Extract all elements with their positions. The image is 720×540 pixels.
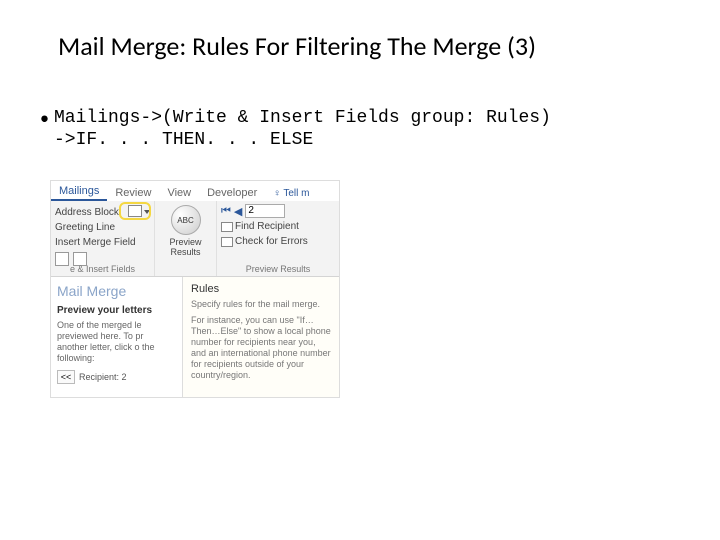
pane-recipient-label: Recipient: 2 xyxy=(79,372,127,382)
check-errors-button[interactable]: Check for Errors xyxy=(221,234,335,249)
record-navigation-group: ⏮ ◀ 2 Find Recipient Check for Errors Pr… xyxy=(217,201,339,276)
rules-button[interactable] xyxy=(120,203,150,219)
ribbon-tabs: Mailings Review View Developer ♀ Tell m xyxy=(51,181,339,201)
ribbon: Address Block Greeting Line Insert Merge… xyxy=(51,201,339,277)
preview-results-button[interactable]: ABC xyxy=(171,205,201,235)
preview-results-group: ABC Preview Results xyxy=(155,201,217,276)
tell-me[interactable]: ♀ Tell m xyxy=(265,186,317,201)
write-insert-fields-label: e & Insert Fields xyxy=(51,264,154,274)
rules-icon xyxy=(128,205,142,217)
first-record-button[interactable]: ⏮ xyxy=(221,205,231,218)
slide-title: Mail Merge: Rules For Filtering The Merg… xyxy=(0,0,720,62)
bullet-line-2: ->IF. . . THEN. . . ELSE xyxy=(40,129,680,151)
preview-letters-body: One of the merged le previewed here. To … xyxy=(57,320,176,364)
tooltip-subtitle: Specify rules for the mail merge. xyxy=(191,299,331,315)
bullet-line-1: Mailings->(Write & Insert Fields group: … xyxy=(54,107,551,129)
write-insert-fields-group: Address Block Greeting Line Insert Merge… xyxy=(51,201,155,276)
tab-developer[interactable]: Developer xyxy=(199,185,265,201)
rules-tooltip: Rules Specify rules for the mail merge. … xyxy=(183,277,339,397)
mail-merge-title: Mail Merge xyxy=(57,283,176,305)
preview-results-group-label: Preview Results xyxy=(217,264,339,274)
record-number-input[interactable]: 2 xyxy=(245,204,285,218)
mail-merge-pane: Mail Merge Preview your letters One of t… xyxy=(51,277,183,397)
tab-mailings[interactable]: Mailings xyxy=(51,183,107,201)
insert-merge-field-button[interactable]: Insert Merge Field xyxy=(55,235,152,250)
preview-letters-heading: Preview your letters xyxy=(57,305,176,320)
bullet-marker: • xyxy=(40,107,54,129)
find-recipient-button[interactable]: Find Recipient xyxy=(221,219,335,234)
tooltip-body: For instance, you can use "If…Then…Else"… xyxy=(191,315,331,381)
tell-me-label: Tell m xyxy=(283,188,309,199)
prev-record-button[interactable]: ◀ xyxy=(234,205,242,218)
tab-view[interactable]: View xyxy=(159,185,199,201)
preview-results-label: Preview Results xyxy=(155,235,216,257)
pane-prev-recipient-button[interactable]: << xyxy=(57,370,75,384)
tooltip-title: Rules xyxy=(191,283,331,299)
bullet-list: • Mailings->(Write & Insert Fields group… xyxy=(0,62,720,151)
greeting-line-button[interactable]: Greeting Line xyxy=(55,220,152,235)
tab-review[interactable]: Review xyxy=(107,185,159,201)
lower-panes: Mail Merge Preview your letters One of t… xyxy=(51,277,339,397)
word-screenshot: Mailings Review View Developer ♀ Tell m … xyxy=(50,180,340,398)
